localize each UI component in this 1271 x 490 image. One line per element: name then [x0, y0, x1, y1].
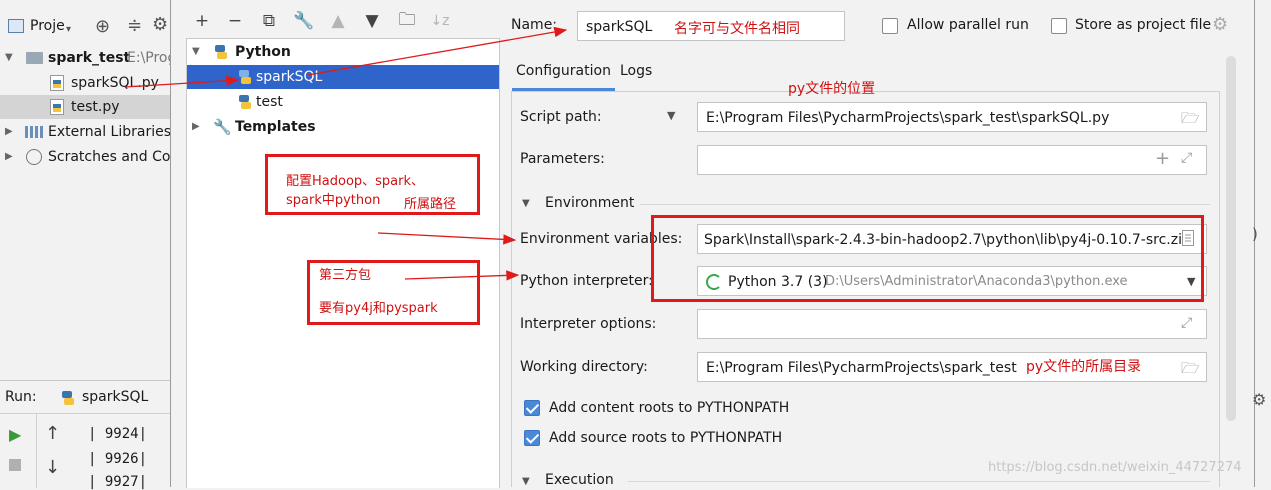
annotation-arrows: [124, 26, 568, 281]
watermark: https://blog.csdn.net/weixin_44727274: [988, 460, 1242, 475]
